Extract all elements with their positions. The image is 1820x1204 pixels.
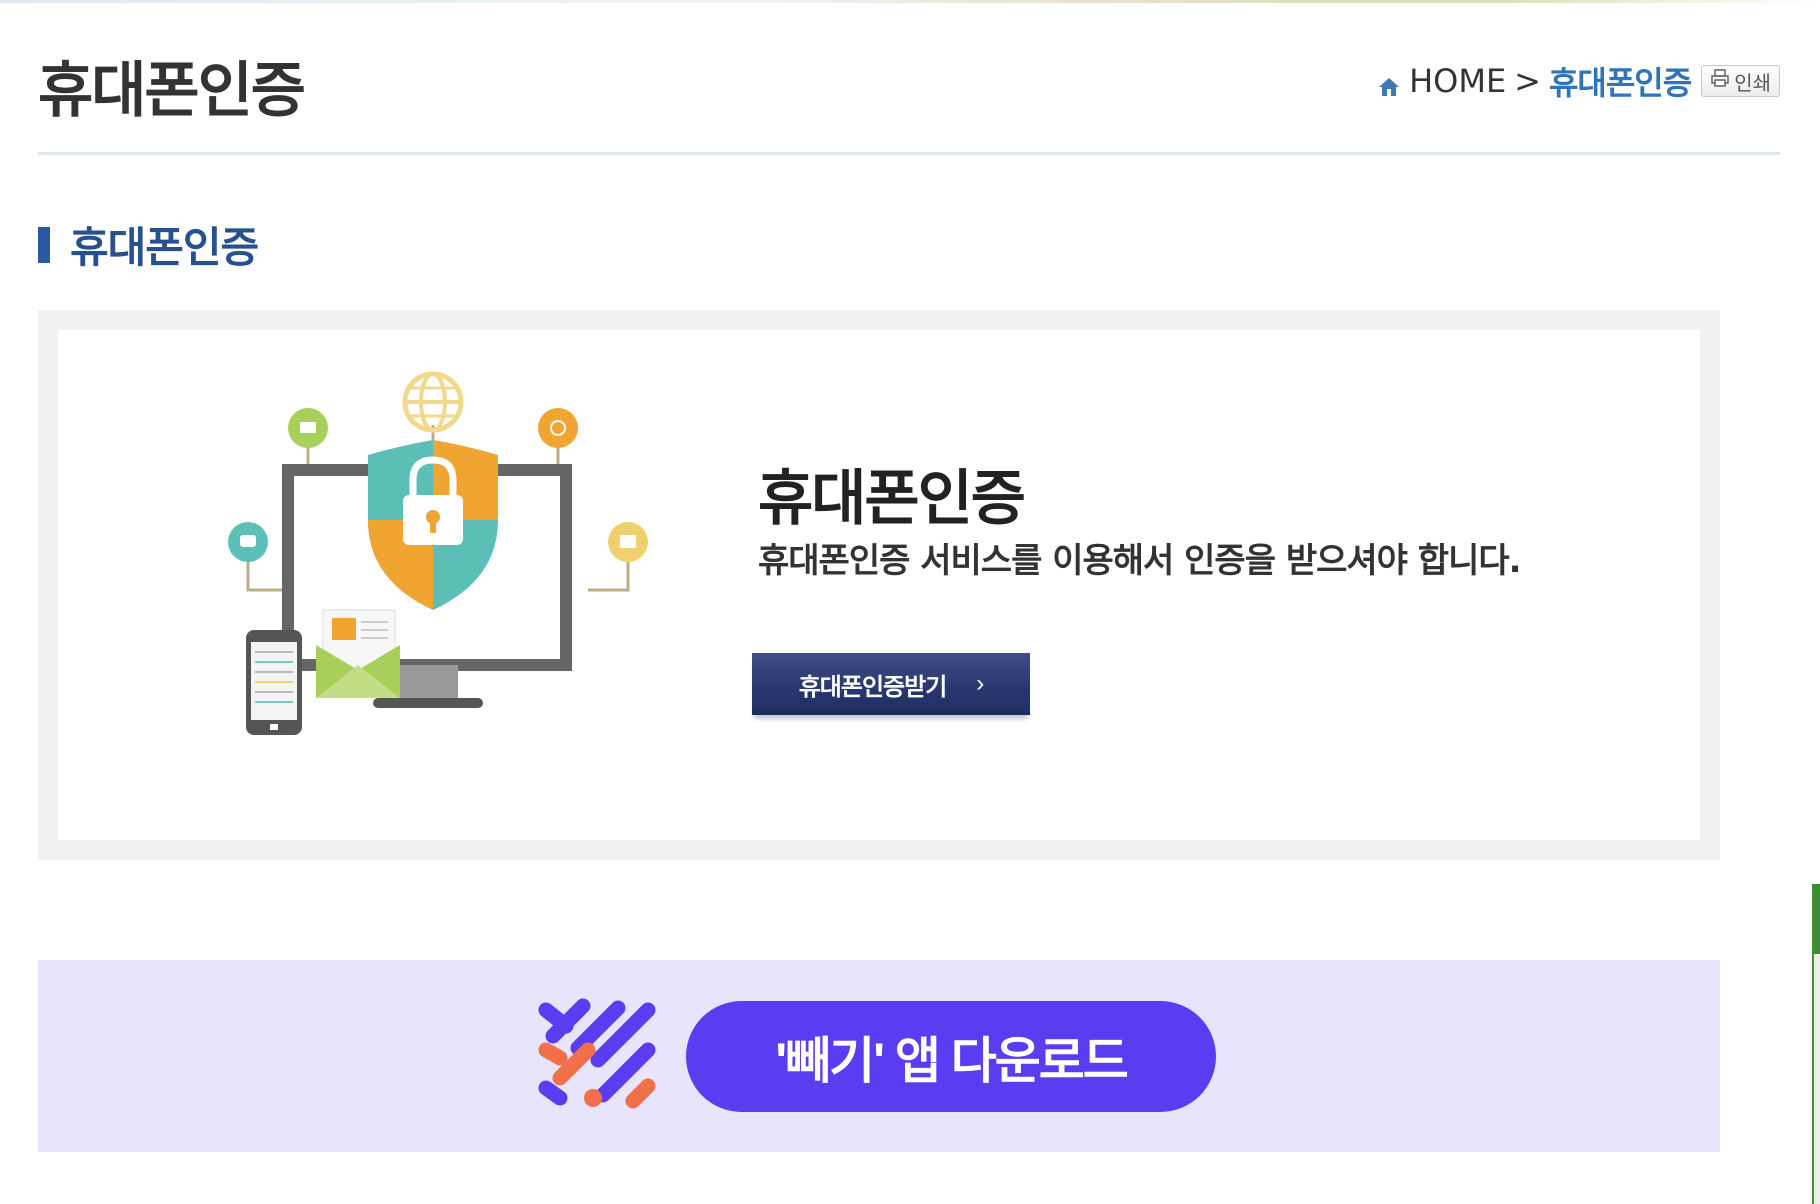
print-label: 인쇄	[1734, 72, 1771, 95]
section-title: 휴대폰인증	[70, 223, 259, 272]
certification-panel-inner: 휴대폰인증 휴대폰인증 서비스를 이용해서 인증을 받으셔야 합니다. 휴대폰인…	[58, 330, 1700, 840]
side-banner-edge	[1812, 884, 1820, 1204]
print-button[interactable]: 인쇄	[1701, 65, 1780, 97]
phone-certification-button-label: 휴대폰인증받기	[798, 673, 948, 701]
certification-description: 휴대폰인증 서비스를 이용해서 인증을 받으셔야 합니다.	[758, 541, 1522, 581]
chevron-right-icon: ›	[976, 670, 984, 697]
top-banner-strip	[0, 0, 1820, 3]
section-bar	[38, 226, 50, 263]
phone-certification-button[interactable]: 휴대폰인증받기 ›	[752, 653, 1030, 715]
page-title: 휴대폰인증	[38, 56, 306, 126]
app-download-button[interactable]: '빼기' 앱 다운로드	[686, 1001, 1216, 1112]
breadcrumb-home-link[interactable]: HOME	[1409, 62, 1506, 100]
breadcrumb-current: 휴대폰인증	[1548, 64, 1692, 102]
certification-title: 휴대폰인증	[758, 464, 1026, 534]
breadcrumb: HOME > 휴대폰인증 인쇄	[1377, 58, 1780, 104]
certification-panel: 휴대폰인증 휴대폰인증 서비스를 이용해서 인증을 받으셔야 합니다. 휴대폰인…	[38, 310, 1720, 860]
baeggi-app-logo	[538, 998, 656, 1109]
home-icon[interactable]	[1377, 69, 1401, 96]
printer-icon	[1710, 68, 1730, 94]
breadcrumb-separator: >	[1514, 62, 1541, 100]
side-banner-accent	[1814, 884, 1820, 954]
app-download-banner: '빼기' 앱 다운로드	[38, 960, 1720, 1152]
title-divider	[38, 152, 1780, 155]
security-certification-illustration	[228, 371, 648, 735]
section-heading: 휴대폰인증	[38, 214, 259, 275]
